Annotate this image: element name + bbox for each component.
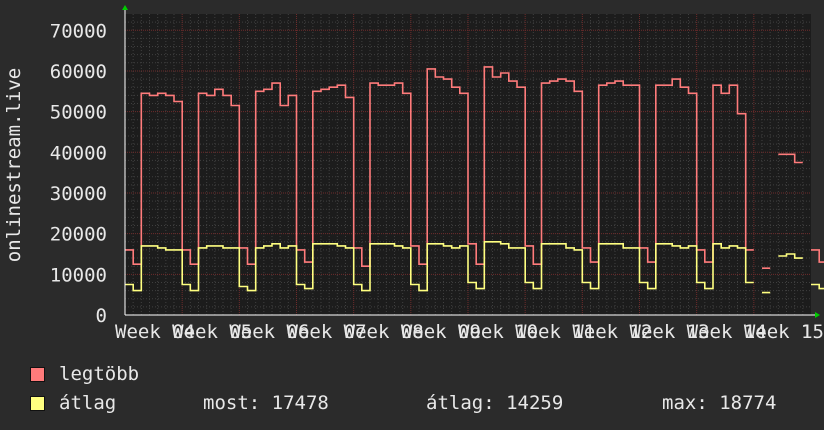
legend-swatch-avg [30, 395, 45, 411]
stat-max-value: 18774 [719, 392, 777, 414]
stat-max-label: max: [662, 392, 708, 414]
y-tick-label: 10000 [50, 264, 107, 286]
y-tick-label: 30000 [50, 183, 107, 205]
legend-item-max: legtöbb [30, 362, 139, 386]
y-tick-label: 0 [96, 305, 107, 327]
y-tick-label: 50000 [50, 102, 107, 124]
stat-average-label: átlag: [426, 392, 495, 414]
stat-current-value: 17478 [271, 392, 329, 414]
y-tick-label: 20000 [50, 224, 107, 246]
x-tick-label: 1 [801, 321, 812, 343]
legend-label-avg: átlag [59, 392, 117, 414]
stat-average-value: 14259 [506, 392, 564, 414]
y-tick-label: 70000 [50, 20, 107, 42]
legend-item-avg: átlag most: 17478 átlag: 14259 max: 1877… [30, 391, 824, 415]
stat-current: most: 17478 [203, 392, 329, 414]
stat-current-label: most: [203, 392, 261, 414]
y-axis-arrow-icon [122, 5, 128, 10]
y-tick-label: 40000 [50, 142, 107, 164]
chart: 0 10000 20000 30000 40000 50000 60000 70000 onli… [3, 5, 824, 343]
x-axis-arrow-icon [815, 312, 820, 318]
stat-average: átlag: 14259 [426, 392, 563, 414]
y-tick-label: 60000 [50, 61, 107, 83]
legend-label-max: legtöbb [59, 363, 140, 385]
stat-max: max: 18774 [662, 392, 776, 414]
legend-swatch-max [30, 366, 45, 382]
y-axis-label: onlinestream.live [3, 68, 25, 262]
